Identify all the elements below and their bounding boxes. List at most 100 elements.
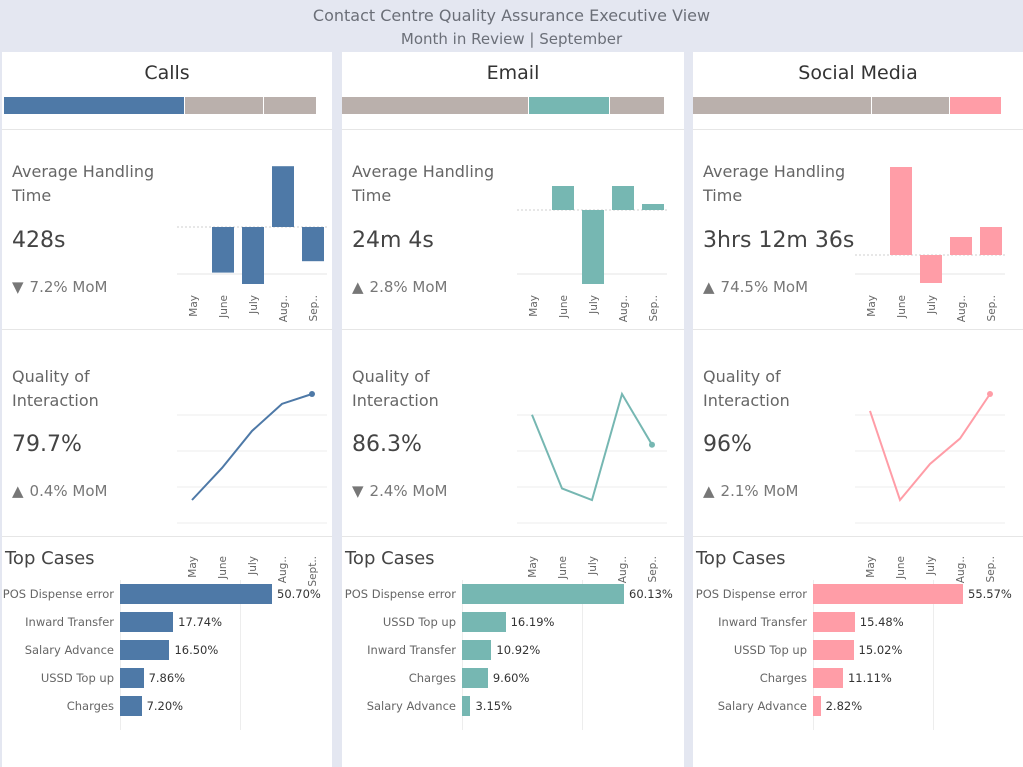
aht-chart: May June July Aug.. Sep.. xyxy=(855,167,1005,322)
aht-chart: May June July Aug.. Sep.. xyxy=(517,186,667,322)
aht-label: Average Handling Time xyxy=(352,162,495,205)
aht-delta-text: 2.8% MoM xyxy=(369,278,448,296)
section-divider xyxy=(342,129,684,130)
top-case-bar xyxy=(462,640,492,660)
qoi-chart: May June July Aug.. Sep.. xyxy=(855,391,1005,583)
aht-bar-1 xyxy=(890,167,912,255)
qoi-tick-label: July xyxy=(925,556,937,576)
top-case-label: POS Dispense error xyxy=(695,587,807,601)
qoi-tick-label: Aug.. xyxy=(617,556,629,583)
qoi-tick-label: Aug.. xyxy=(277,556,289,583)
qoi-tick-label: July xyxy=(247,556,259,576)
aht-tick-label: Sep.. xyxy=(308,295,320,321)
top-case-value: 55.57% xyxy=(968,587,1012,601)
qoi-tick-label: Sep.. xyxy=(647,556,659,582)
channel-title: Calls xyxy=(144,62,190,84)
top-case-label: USSD Top up xyxy=(382,615,456,629)
top-case-bar xyxy=(120,668,144,688)
top-case-bar xyxy=(120,612,174,632)
top-case-bar xyxy=(813,668,843,688)
channel-panel-email: Email Average Handling Time 24m 4s ▲ 2.8% Mo… xyxy=(342,52,684,767)
aht-bar-3 xyxy=(612,186,634,210)
aht-bar-3 xyxy=(950,237,972,255)
top-case-bar xyxy=(813,584,963,604)
aht-delta: ▲ 74.5% MoM xyxy=(703,278,808,296)
qoi-delta-text: 2.4% MoM xyxy=(369,482,448,500)
top-case-bar xyxy=(813,696,821,716)
section-divider xyxy=(693,129,1023,130)
channel-share-segment xyxy=(264,97,316,114)
qoi-line xyxy=(869,393,991,503)
aht-tick-label: Aug.. xyxy=(278,295,290,322)
top-case-label: Salary Advance xyxy=(366,699,456,713)
dashboard-header: Contact Centre Quality Assurance Executi… xyxy=(0,0,1023,52)
qoi-tick-label: June xyxy=(217,556,229,580)
qoi-tick-label: May xyxy=(865,556,877,578)
top-case-label: Charges xyxy=(408,671,456,685)
aht-tick-label: Aug.. xyxy=(956,295,968,322)
top-case-value: 2.82% xyxy=(825,699,863,713)
channel-panel-calls: Calls Average Handling Time 428s ▼ 7.2% MoM M… xyxy=(2,52,332,767)
top-case-label: POS Dispense error xyxy=(344,587,456,601)
top-case-label: POS Dispense error xyxy=(2,587,114,601)
top-case-bar xyxy=(813,612,855,632)
qoi-chart: May June July Aug.. Sep.. xyxy=(517,391,667,583)
triangle-up-icon: ▲ xyxy=(12,482,24,500)
top-case-label: Inward Transfer xyxy=(367,643,456,657)
top-case-value: 9.60% xyxy=(492,671,530,685)
aht-tick-label: May xyxy=(866,295,878,317)
dashboard-title: Contact Centre Quality Assurance Executi… xyxy=(312,6,711,25)
qoi-tick-label: Sept.. xyxy=(307,556,319,587)
qoi-tick-label: June xyxy=(895,556,907,580)
channel-share-segment xyxy=(610,97,664,114)
qoi-value: 79.7% xyxy=(12,432,82,457)
qoi-delta-text: 0.4% MoM xyxy=(29,482,108,500)
aht-tick-label: Sep.. xyxy=(648,295,660,321)
qoi-tick-label: Aug.. xyxy=(955,556,967,583)
qoi-delta: ▲ 2.1% MoM xyxy=(703,482,798,500)
qoi-tick-label: May xyxy=(527,556,539,578)
aht-bar-3 xyxy=(272,166,294,227)
triangle-up-icon: ▲ xyxy=(352,278,364,296)
qoi-point xyxy=(987,391,993,397)
qoi-tick-label: Sep.. xyxy=(985,556,997,582)
aht-value: 24m 4s xyxy=(352,228,434,253)
aht-bar-2 xyxy=(582,210,604,284)
channel-share-segment xyxy=(872,97,949,114)
aht-delta-text: 74.5% MoM xyxy=(720,278,809,296)
qoi-point xyxy=(309,391,315,397)
qoi-label: Quality of Interaction xyxy=(352,367,439,410)
channel-share-segment xyxy=(950,97,1001,114)
qoi-value: 86.3% xyxy=(352,432,422,457)
qoi-point xyxy=(649,441,655,448)
qoi-chart: May June July Aug.. Sept.. xyxy=(177,391,327,587)
aht-tick-label: Sep.. xyxy=(986,295,998,321)
channel-share-segment xyxy=(342,97,528,114)
qoi-line xyxy=(531,391,653,502)
channel-share-segment xyxy=(185,97,263,114)
aht-tick-label: Aug.. xyxy=(618,295,630,322)
qoi-value: 96% xyxy=(703,432,752,457)
top-case-value: 17.74% xyxy=(178,615,223,629)
aht-value: 3hrs 12m 36s xyxy=(703,228,855,253)
aht-bar-2 xyxy=(242,227,264,284)
aht-tick-label: June xyxy=(896,295,908,319)
section-divider xyxy=(2,129,332,130)
qoi-label: Quality of Interaction xyxy=(12,367,99,410)
qoi-delta-text: 2.1% MoM xyxy=(720,482,799,500)
top-case-label: Inward Transfer xyxy=(25,615,114,629)
top-case-value: 11.11% xyxy=(847,671,892,685)
aht-tick-label: July xyxy=(248,295,260,315)
qoi-delta: ▲ 0.4% MoM xyxy=(12,482,107,500)
top-case-label: Charges xyxy=(66,699,114,713)
qoi-tick-label: May xyxy=(187,556,199,578)
top-case-label: Inward Transfer xyxy=(718,615,807,629)
top-case-value: 15.48% xyxy=(859,615,904,629)
aht-bar-4 xyxy=(980,227,1002,255)
triangle-up-icon: ▲ xyxy=(703,482,715,500)
aht-tick-label: July xyxy=(588,295,600,315)
channel-panel-social: Social Media Average Handling Time 3hrs 12… xyxy=(693,52,1023,767)
aht-label: Average Handling Time xyxy=(12,162,155,205)
aht-value: 428s xyxy=(12,228,66,253)
aht-bar-1 xyxy=(552,186,574,210)
